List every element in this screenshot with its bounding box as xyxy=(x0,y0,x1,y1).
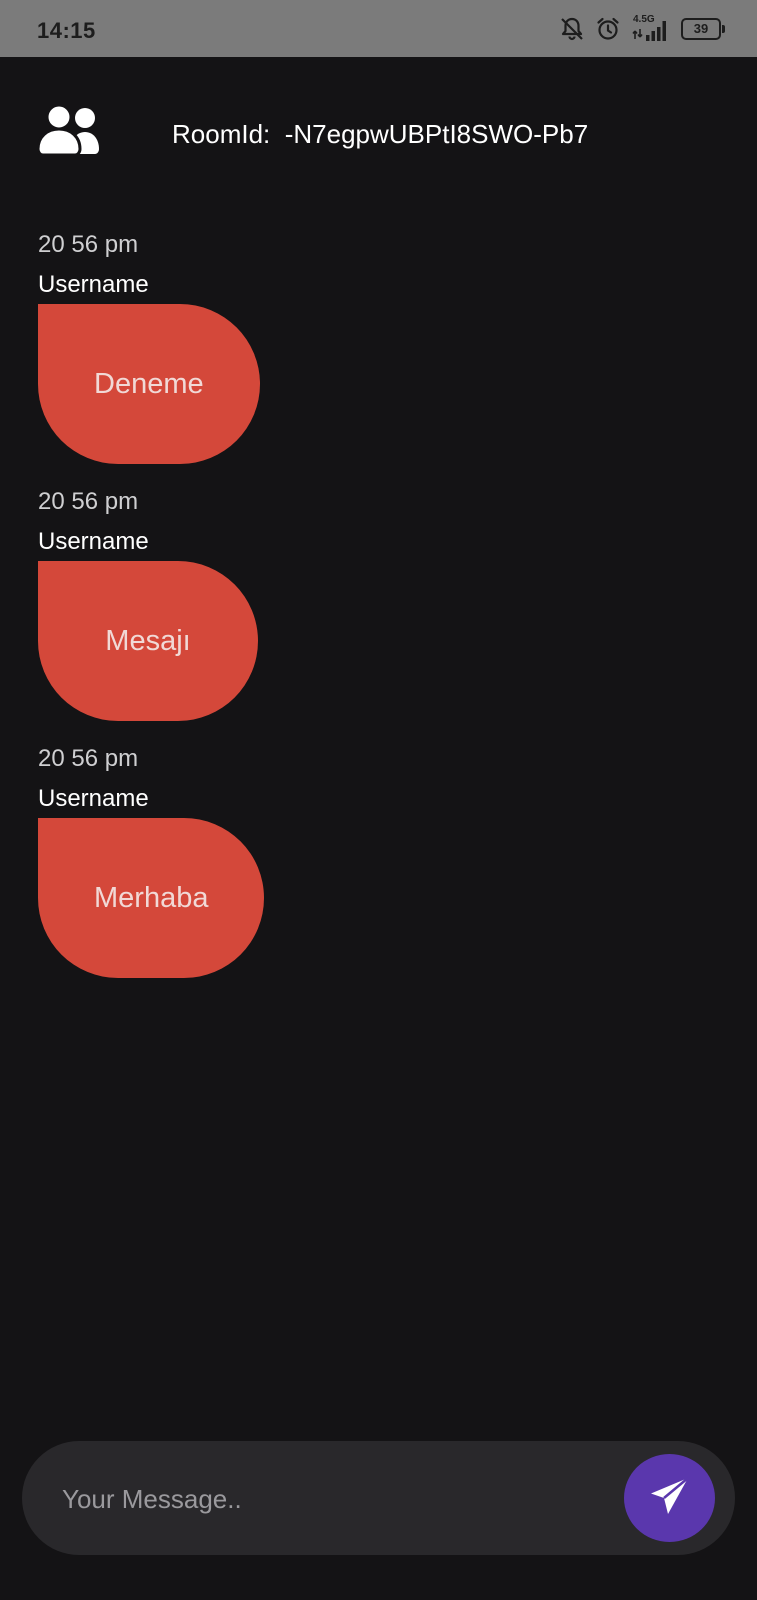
send-icon xyxy=(648,1474,692,1523)
signal-icon: 4.5G xyxy=(631,15,671,43)
status-time: 14:15 xyxy=(37,18,96,43)
message-item: 20 56 pm Username Mesajı xyxy=(38,487,718,744)
message-input[interactable] xyxy=(60,1473,584,1525)
users-icon[interactable] xyxy=(36,103,105,157)
send-button[interactable] xyxy=(624,1454,715,1542)
status-icons: 4.5G 39 xyxy=(559,14,725,44)
message-item: 20 56 pm Username Deneme xyxy=(38,230,718,487)
message-item: 20 56 pm Username Merhaba xyxy=(38,744,718,1001)
message-username: Username xyxy=(38,528,149,555)
battery-tip xyxy=(722,25,725,33)
battery-icon: 39 xyxy=(681,18,725,40)
message-bubble[interactable]: Merhaba xyxy=(38,818,265,978)
message-bubble[interactable]: Mesajı xyxy=(38,561,258,721)
chat-header: RoomId: -N7egpwUBPtI8SWO-Pb7 xyxy=(0,57,757,207)
message-username: Username xyxy=(38,785,149,812)
room-id-label: RoomId: -N7egpwUBPtI8SWO-Pb7 xyxy=(172,119,589,149)
message-username: Username xyxy=(38,271,149,298)
battery-level: 39 xyxy=(681,18,721,40)
alarm-icon xyxy=(595,16,621,42)
message-time: 20 56 pm xyxy=(38,488,139,515)
message-time: 20 56 pm xyxy=(38,231,139,258)
muted-bell-icon xyxy=(559,16,585,42)
status-bar: 14:15 4.5G 39 xyxy=(0,0,757,57)
network-type: 4.5G xyxy=(633,14,655,25)
message-bubble[interactable]: Deneme xyxy=(38,304,260,464)
message-list: 20 56 pm Username Deneme 20 56 pm Userna… xyxy=(38,230,718,1001)
message-composer xyxy=(22,1441,735,1555)
message-time: 20 56 pm xyxy=(38,745,139,772)
